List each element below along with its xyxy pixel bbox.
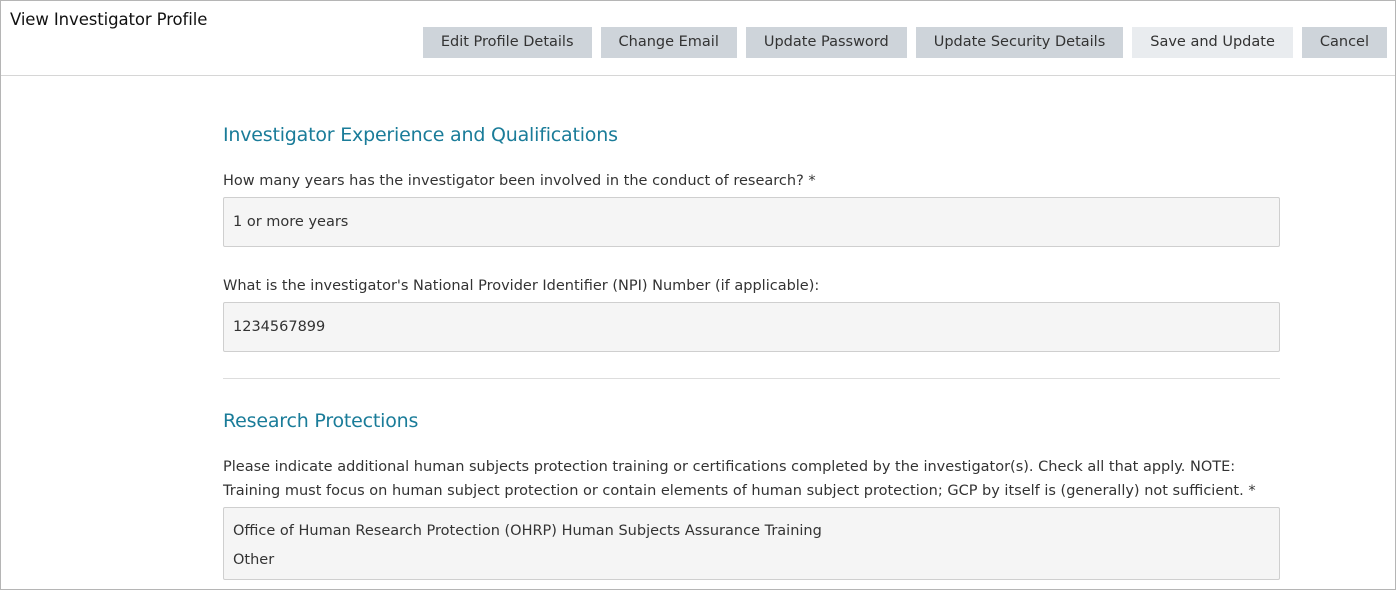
training-value-item: Office of Human Research Protection (OHR… — [233, 523, 822, 539]
page-title: View Investigator Profile — [10, 10, 208, 29]
section-title-research-protections: Research Protections — [223, 410, 419, 432]
training-question-label: Please indicate additional human subject… — [223, 459, 1256, 499]
npi-field-value: 1234567899 — [233, 319, 326, 335]
section-divider — [223, 378, 1280, 379]
cancel-button[interactable]: Cancel — [1301, 27, 1387, 58]
window-frame: View Investigator Profile Edit Profile D… — [0, 0, 1396, 590]
page-header: View Investigator Profile Edit Profile D… — [1, 1, 1395, 76]
npi-field[interactable]: 1234567899 — [223, 302, 1280, 352]
npi-question-label: What is the investigator's National Prov… — [223, 278, 820, 294]
action-toolbar: Edit Profile Details Change Email Update… — [422, 27, 1387, 58]
change-email-button[interactable]: Change Email — [600, 27, 737, 58]
years-question-label: How many years has the investigator been… — [223, 173, 816, 189]
save-and-update-button[interactable]: Save and Update — [1132, 27, 1293, 58]
edit-profile-details-button[interactable]: Edit Profile Details — [422, 27, 592, 58]
training-value-item: Other — [233, 552, 275, 568]
update-security-details-button[interactable]: Update Security Details — [915, 27, 1124, 58]
years-field-value: 1 or more years — [233, 214, 349, 230]
training-field[interactable]: Office of Human Research Protection (OHR… — [223, 507, 1280, 580]
section-title-experience: Investigator Experience and Qualificatio… — [223, 124, 618, 146]
update-password-button[interactable]: Update Password — [745, 27, 907, 58]
years-field[interactable]: 1 or more years — [223, 197, 1280, 247]
